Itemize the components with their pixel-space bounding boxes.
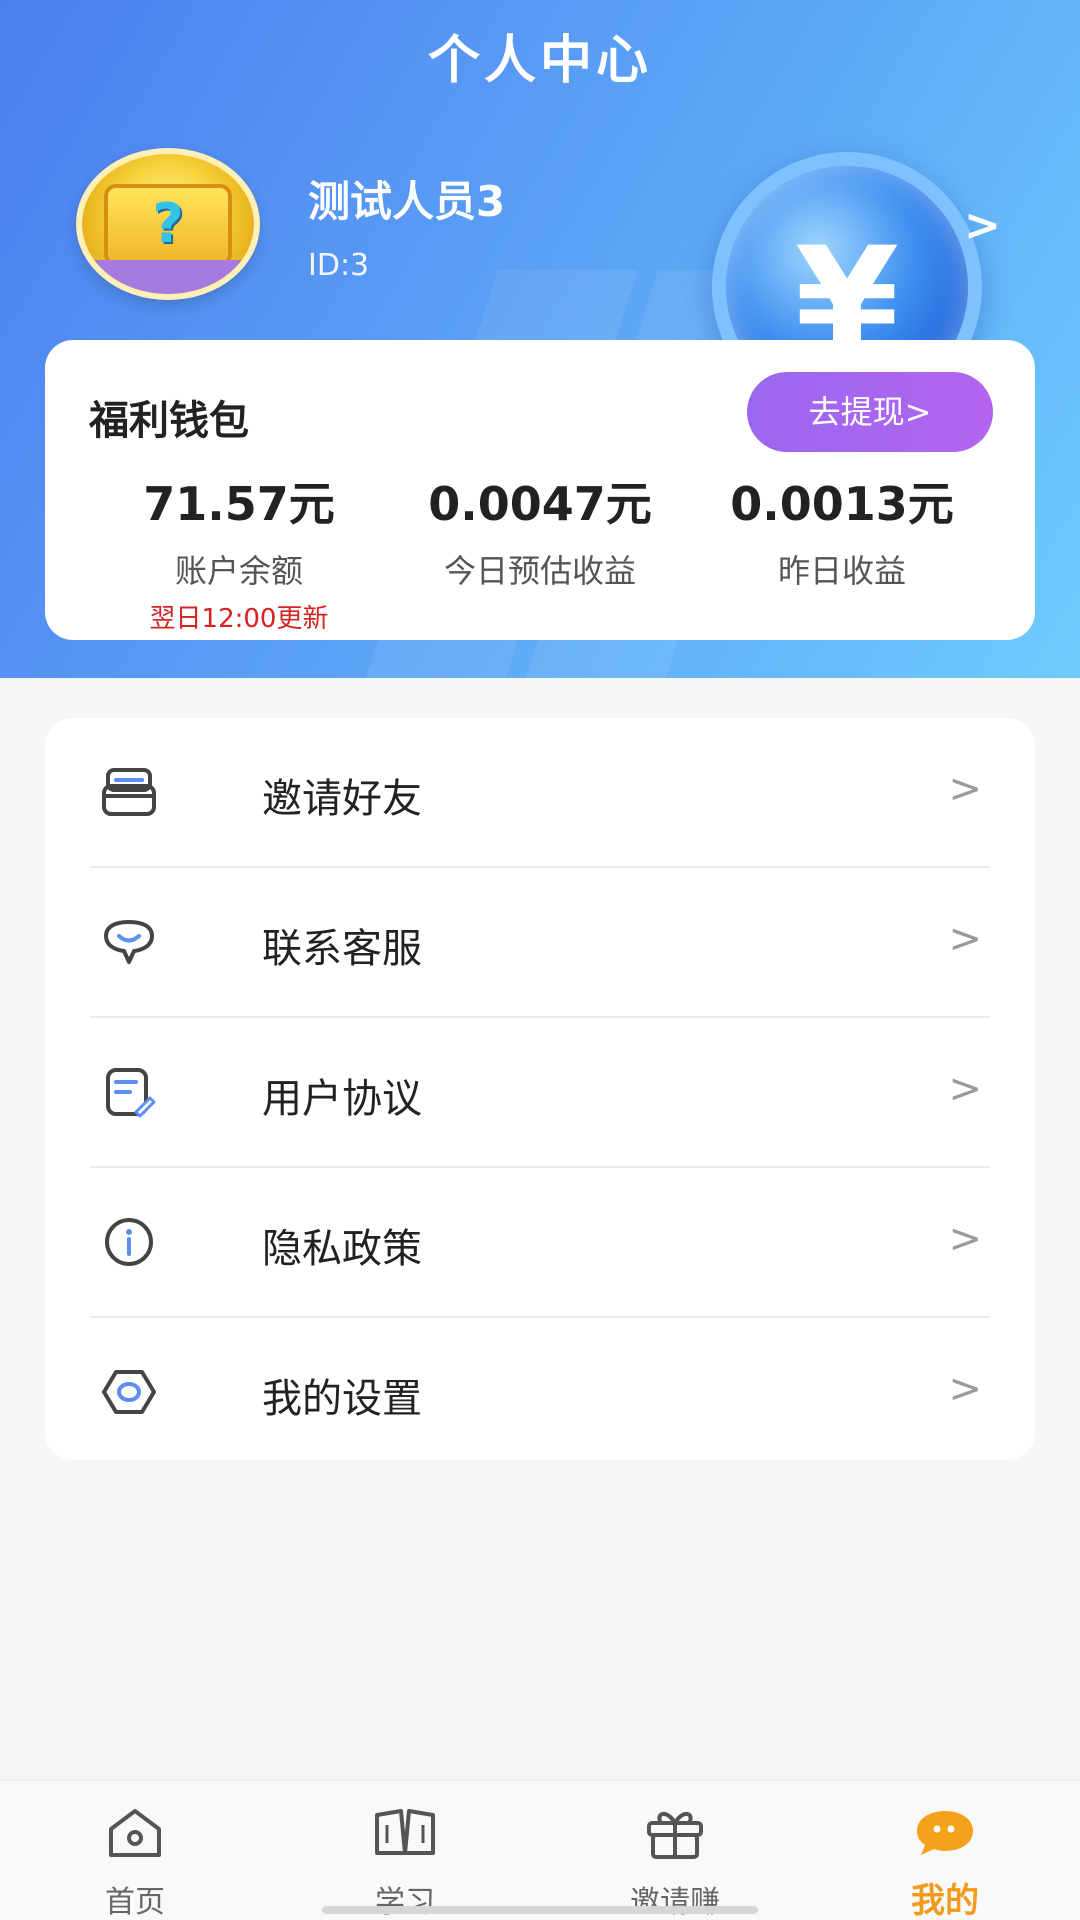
yesterday-earnings-value: 0.0013元 <box>730 477 954 531</box>
chevron-right-icon: > <box>948 766 982 812</box>
tab-home[interactable]: 首页 <box>0 1781 270 1920</box>
invite-icon <box>102 768 156 816</box>
settings-hexagon-icon <box>102 1370 156 1414</box>
tab-invite-earn[interactable]: 邀请赚 <box>540 1781 810 1920</box>
yesterday-earnings-label: 昨日收益 <box>777 552 906 590</box>
home-icon <box>109 1809 161 1857</box>
menu-item-contact-support[interactable]: 联系客服 > <box>90 868 990 1018</box>
book-icon <box>375 1809 435 1855</box>
tab-learn[interactable]: 学习 <box>270 1781 540 1920</box>
balance-stat[interactable]: 71.57元 账户余额 翌日12:00更新 <box>79 468 399 635</box>
gift-icon <box>647 1812 703 1859</box>
chevron-right-icon: > <box>948 1216 982 1262</box>
balance-update-note: 翌日12:00更新 <box>149 604 329 634</box>
bottom-tab-bar: 首页 学习 邀请赚 我的 <box>0 1780 1080 1920</box>
menu-item-label: 隐私政策 <box>262 1226 422 1272</box>
chevron-right-icon: > <box>948 1066 982 1112</box>
menu-item-my-settings[interactable]: 我的设置 > <box>90 1318 990 1468</box>
chevron-right-icon: > <box>948 1366 982 1412</box>
wallet-card: 福利钱包 去提现> 71.57元 账户余额 翌日12:00更新 0.0047元 … <box>45 340 1035 640</box>
yesterday-earnings-stat[interactable]: 0.0013元 昨日收益 <box>682 468 1002 592</box>
wallet-title: 福利钱包 <box>89 398 249 444</box>
menu-item-privacy-policy[interactable]: 隐私政策 > <box>90 1168 990 1318</box>
chat-bubble-icon <box>104 920 154 964</box>
chevron-right-icon: > <box>948 916 982 962</box>
today-earnings-label: 今日预估收益 <box>443 552 636 590</box>
avatar[interactable] <box>76 148 260 300</box>
profile-chevron-icon[interactable]: > <box>964 200 1001 251</box>
today-earnings-stat[interactable]: 0.0047元 今日预估收益 <box>380 468 700 592</box>
avatar-band <box>82 260 254 294</box>
user-id: ID:3 <box>308 248 370 283</box>
withdraw-button[interactable]: 去提现> <box>747 372 993 452</box>
page-title: 个人中心 <box>427 31 652 91</box>
menu-item-label: 我的设置 <box>262 1376 422 1422</box>
ticket-icon <box>104 184 232 266</box>
info-icon <box>105 1218 153 1266</box>
document-edit-icon <box>106 1068 156 1118</box>
today-earnings-value: 0.0047元 <box>428 477 652 531</box>
balance-value: 71.57元 <box>143 477 335 531</box>
profile-bubble-icon <box>917 1811 973 1855</box>
tab-mine[interactable]: 我的 <box>810 1781 1080 1920</box>
menu-item-label: 用户协议 <box>262 1076 422 1122</box>
menu-item-invite-friends[interactable]: 邀请好友 > <box>90 718 990 868</box>
user-name: 测试人员3 <box>308 177 506 226</box>
tab-label: 我的 <box>911 1881 979 1920</box>
menu-item-label: 邀请好友 <box>262 776 422 822</box>
menu-item-label: 联系客服 <box>262 926 422 972</box>
menu-list: 邀请好友 > 联系客服 > 用户协议 > 隐私政策 > 我的设置 > <box>45 718 1035 1460</box>
tab-label: 首页 <box>105 1885 165 1920</box>
menu-item-user-agreement[interactable]: 用户协议 > <box>90 1018 990 1168</box>
balance-label: 账户余额 <box>174 552 303 590</box>
home-indicator <box>322 1906 758 1914</box>
